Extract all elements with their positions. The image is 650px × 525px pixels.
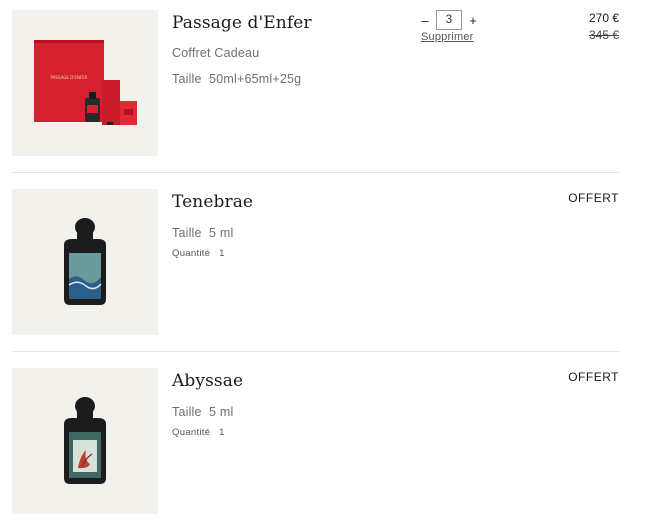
bottle-illustration bbox=[64, 218, 106, 305]
product-size: Taille 5 ml bbox=[172, 405, 233, 419]
bottle-illustration bbox=[64, 397, 106, 484]
size-value: 5 ml bbox=[209, 405, 234, 419]
item-divider bbox=[12, 351, 619, 352]
cart-item-tenebrae: Tenebrae Taille 5 ml Quantité 1 OFFERT bbox=[0, 180, 650, 350]
product-image-gift-box[interactable]: PASSAGE D'ENFER bbox=[12, 10, 158, 156]
size-value: 50ml+65ml+25g bbox=[209, 72, 302, 86]
decrease-quantity-button[interactable]: – bbox=[420, 13, 430, 28]
gift-box-text: PASSAGE D'ENFER bbox=[51, 75, 88, 80]
offert-badge: OFFERT bbox=[568, 191, 619, 205]
product-title[interactable]: Passage d'Enfer bbox=[172, 13, 312, 33]
quantity-value: 1 bbox=[219, 248, 225, 259]
size-label: Taille bbox=[172, 405, 202, 419]
item-divider bbox=[12, 172, 619, 173]
size-label: Taille bbox=[172, 72, 202, 86]
gift-box-illustration: PASSAGE D'ENFER bbox=[34, 40, 137, 125]
offert-badge: OFFERT bbox=[568, 370, 619, 384]
product-size: Taille 50ml+65ml+25g bbox=[172, 72, 301, 86]
size-label: Taille bbox=[172, 226, 202, 240]
product-size: Taille 5 ml bbox=[172, 226, 233, 240]
product-quantity: Quantité 1 bbox=[172, 248, 225, 259]
cart-item-abyssae: Abyssae Taille 5 ml Quantité 1 OFFERT bbox=[0, 359, 650, 525]
product-image-abyssae[interactable] bbox=[12, 368, 158, 514]
remove-item-link[interactable]: Supprimer bbox=[421, 31, 474, 43]
quantity-label: Quantité bbox=[172, 248, 211, 259]
quantity-label: Quantité bbox=[172, 427, 211, 438]
current-price: 270 € bbox=[588, 11, 619, 25]
product-image-tenebrae[interactable] bbox=[12, 189, 158, 335]
original-price: 345 € bbox=[588, 28, 619, 42]
size-value: 5 ml bbox=[209, 226, 234, 240]
product-title[interactable]: Tenebrae bbox=[172, 192, 253, 212]
product-title[interactable]: Abyssae bbox=[172, 371, 243, 391]
quantity-stepper: – 3 + bbox=[420, 10, 478, 30]
product-quantity: Quantité 1 bbox=[172, 427, 225, 438]
quantity-value: 1 bbox=[219, 427, 225, 438]
quantity-input[interactable]: 3 bbox=[436, 10, 462, 30]
increase-quantity-button[interactable]: + bbox=[468, 13, 478, 28]
product-subtitle: Coffret Cadeau bbox=[172, 46, 260, 60]
cart-item-passage-denfer: PASSAGE D'ENFER Passage d'Enfer Coffret … bbox=[0, 0, 650, 170]
